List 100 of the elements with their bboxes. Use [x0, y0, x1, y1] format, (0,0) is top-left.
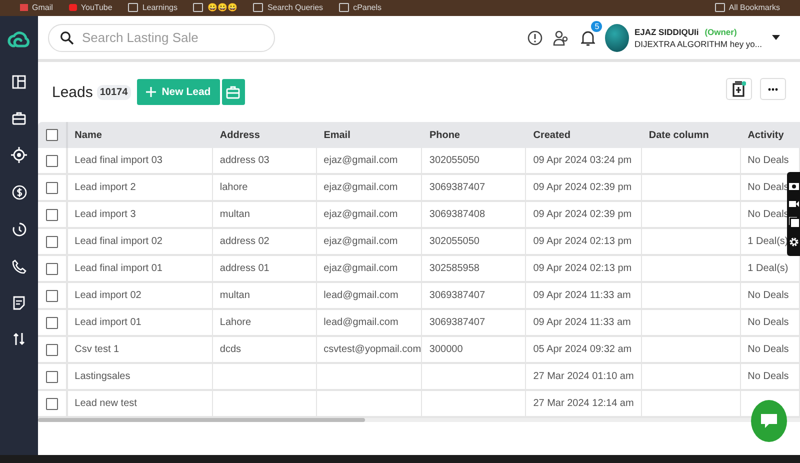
row-checkbox[interactable]	[46, 370, 58, 382]
table-cell[interactable]: Lead import 3	[68, 202, 213, 227]
table-cell: No Deals	[740, 364, 800, 389]
table-cell: address 02	[212, 229, 317, 254]
briefcase-icon	[226, 85, 240, 99]
bookmark-link[interactable]: 😀😀😀	[193, 3, 238, 16]
company-name: DIJEXTRA ALGORITHM hey yo...	[634, 38, 762, 50]
user-role: (Owner)	[704, 26, 737, 38]
table-cell: ejaz@gmail.com	[316, 202, 422, 227]
table-cell[interactable]: Csv test 1	[68, 337, 213, 362]
table-cell[interactable]: Lead import 01	[68, 310, 213, 335]
alert-icon[interactable]	[527, 30, 544, 46]
table-cell: 3069387407	[422, 283, 526, 308]
table-cell: 3069387408	[422, 202, 526, 227]
table-cell: 302585958	[422, 256, 526, 281]
column-header[interactable]: Created	[526, 122, 642, 148]
table-cell: No Deals	[740, 337, 800, 362]
camera-icon[interactable]	[788, 180, 798, 190]
table-cell: 09 Apr 2024 02:39 pm	[526, 175, 642, 200]
plus-icon	[146, 87, 156, 97]
column-header[interactable]: Name	[68, 122, 213, 148]
table-cell: 3069387407	[422, 310, 526, 335]
copy-icon[interactable]	[788, 217, 798, 228]
table-cell[interactable]: Lead final import 01	[68, 256, 213, 281]
calendar-plus-icon	[732, 81, 746, 97]
more-icon	[768, 88, 778, 90]
settings-icon[interactable]	[788, 237, 798, 248]
all-bookmarks-link[interactable]: All Bookmarks	[714, 3, 780, 16]
column-header[interactable]: Phone	[422, 122, 526, 148]
column-header[interactable]: Address	[212, 122, 317, 148]
briefcase-button[interactable]	[222, 79, 245, 105]
users-icon[interactable]	[553, 30, 570, 46]
row-checkbox[interactable]	[46, 236, 58, 248]
table-cell: ejaz@gmail.com	[316, 229, 422, 254]
notification-count: 5	[591, 20, 602, 32]
table-cell[interactable]: Lastingsales	[68, 364, 213, 389]
phone-icon[interactable]	[12, 259, 26, 274]
briefcase-icon[interactable]	[12, 111, 26, 125]
table-cell: 09 Apr 2024 11:33 am	[526, 310, 642, 335]
row-checkbox[interactable]	[46, 262, 58, 274]
row-checkbox[interactable]	[46, 154, 58, 166]
row-checkbox[interactable]	[46, 290, 58, 302]
table-cell: address 03	[212, 148, 317, 173]
dollar-icon[interactable]	[12, 185, 26, 200]
row-checkbox[interactable]	[46, 208, 58, 220]
dashboard-icon[interactable]	[12, 75, 26, 89]
row-checkbox[interactable]	[46, 344, 58, 356]
table-cell[interactable]: Lead final import 03	[68, 148, 213, 173]
table-cell: 302055050	[422, 229, 526, 254]
table-cell: 09 Apr 2024 11:33 am	[526, 283, 642, 308]
clock-icon[interactable]	[12, 222, 26, 237]
table-cell: multan	[212, 283, 317, 308]
table-cell: 302055050	[422, 148, 526, 173]
video-icon[interactable]	[788, 200, 798, 208]
import-button[interactable]	[726, 78, 752, 100]
table-cell: 05 Apr 2024 09:32 am	[526, 337, 642, 362]
row-checkbox[interactable]	[46, 398, 58, 410]
table-cell: 09 Apr 2024 02:39 pm	[526, 202, 642, 227]
avatar[interactable]	[605, 24, 630, 52]
chat-button[interactable]	[751, 400, 787, 442]
table-cell[interactable]: Lead import 02	[68, 283, 213, 308]
more-button[interactable]	[760, 78, 786, 100]
sort-arrows-icon[interactable]	[12, 332, 26, 346]
scrollbar-thumb[interactable]	[38, 418, 365, 422]
table-cell: 300000	[422, 337, 526, 362]
target-icon[interactable]	[11, 147, 27, 163]
table-cell: 27 Mar 2024 12:14 am	[526, 391, 642, 416]
column-header[interactable]: Activity	[740, 122, 800, 148]
bookmark-link[interactable]: Search Queries	[253, 3, 324, 16]
table-cell: 3069387407	[422, 175, 526, 200]
table-cell: lahore	[212, 175, 317, 200]
table-cell: No Deals	[740, 310, 800, 335]
row-checkbox[interactable]	[46, 182, 58, 194]
caret-icon[interactable]	[772, 35, 780, 40]
bookmark-link[interactable]: YouTube	[68, 3, 112, 16]
table-cell: 09 Apr 2024 02:13 pm	[526, 229, 642, 254]
chat-icon	[760, 413, 778, 429]
table-cell[interactable]: Lead final import 02	[68, 229, 213, 254]
table-cell: 27 Mar 2024 01:10 am	[526, 364, 642, 389]
page-title: Leads	[52, 84, 93, 100]
search-field[interactable]: Search Lasting Sale	[48, 24, 275, 52]
table-cell[interactable]: Lead new test	[68, 391, 213, 416]
bookmark-link[interactable]: Gmail	[20, 3, 53, 16]
cloud-logo-icon[interactable]	[7, 29, 31, 49]
bookmark-link[interactable]: Learnings	[128, 3, 178, 16]
row-checkbox[interactable]	[46, 316, 58, 328]
note-icon[interactable]	[12, 296, 26, 310]
bookmark-link[interactable]: cPanels	[339, 3, 382, 16]
table-cell: No Deals	[740, 283, 800, 308]
column-header[interactable]: Date column	[642, 122, 741, 148]
table-cell: ejaz@gmail.com	[316, 256, 422, 281]
select-all-checkbox[interactable]	[46, 129, 58, 141]
table-cell[interactable]: Lead import 2	[68, 175, 213, 200]
bell-icon[interactable]	[581, 30, 596, 46]
table-cell: Lahore	[212, 310, 317, 335]
table-cell: 09 Apr 2024 02:13 pm	[526, 256, 642, 281]
column-header[interactable]: Email	[316, 122, 422, 148]
table-cell: ejaz@gmail.com	[316, 148, 422, 173]
lead-count: 10174	[96, 84, 131, 100]
table-cell: ejaz@gmail.com	[316, 175, 422, 200]
